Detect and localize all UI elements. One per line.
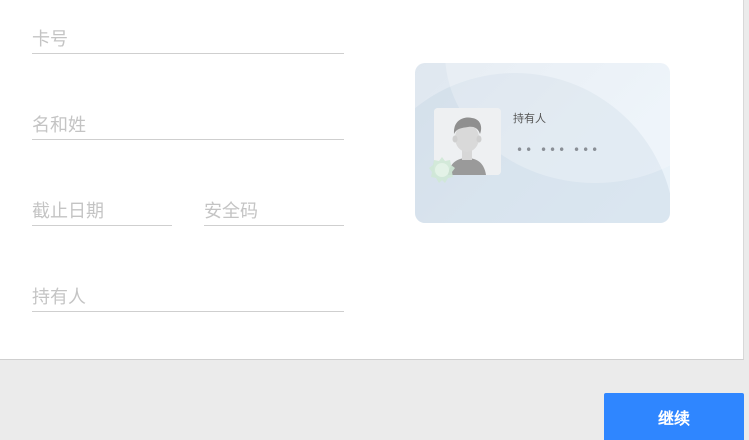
expiry-date-input[interactable]	[32, 198, 172, 225]
card-holder-input[interactable]	[32, 284, 344, 311]
card-preview: 持有人 •• ••• •••	[415, 63, 670, 223]
card-holder-field[interactable]	[32, 284, 344, 312]
full-name-input[interactable]	[32, 112, 344, 139]
continue-button[interactable]: 继续	[604, 393, 744, 440]
full-name-field[interactable]	[32, 112, 344, 140]
payment-form-panel: 持有人 •• ••• •••	[0, 0, 744, 360]
security-code-input[interactable]	[204, 198, 344, 225]
card-holder-label: 持有人	[513, 112, 546, 125]
expiry-date-field[interactable]	[32, 198, 172, 226]
masked-card-number: •• ••• •••	[516, 143, 601, 157]
verified-badge-icon	[429, 157, 455, 183]
card-number-input[interactable]	[32, 26, 344, 53]
security-code-field[interactable]	[204, 198, 344, 226]
card-number-field[interactable]	[32, 26, 344, 54]
